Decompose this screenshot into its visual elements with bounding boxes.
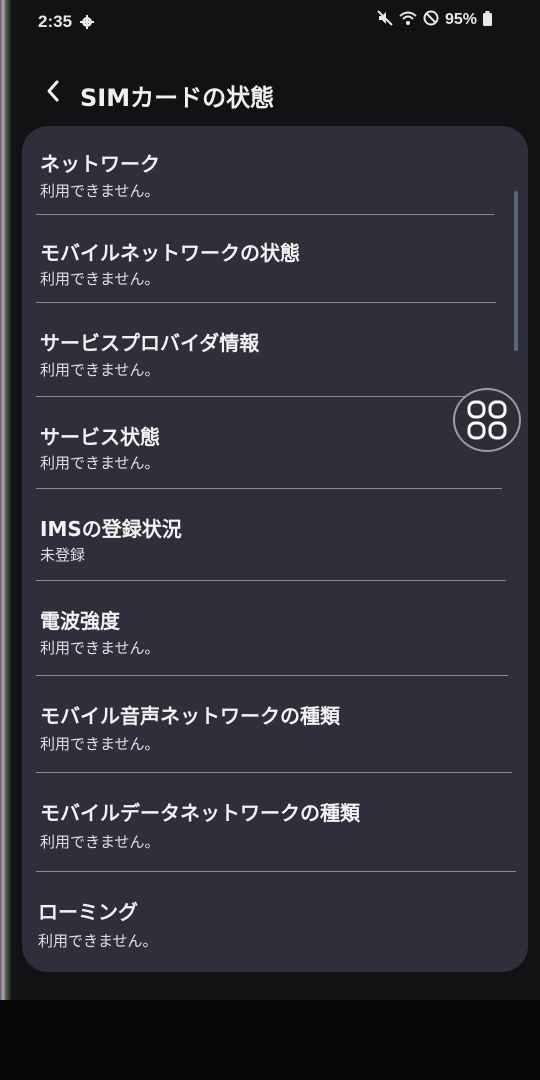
item-title: 電波強度 (40, 609, 120, 633)
list-item-ims-registration[interactable]: IMSの登録状況 未登録 (22, 489, 528, 581)
item-title: モバイル音声ネットワークの種類 (40, 704, 340, 728)
page-title: SIMカードの状態 (80, 84, 275, 112)
gear-icon (80, 14, 94, 29)
item-title: ローミング (38, 900, 138, 924)
mute-icon (377, 10, 393, 30)
do-not-disturb-icon (423, 10, 439, 30)
item-value: 未登録 (40, 546, 86, 564)
info-card[interactable]: ネットワーク 利用できません。 モバイルネットワークの状態 利用できません。 サ… (22, 126, 528, 972)
floating-apps-button[interactable] (453, 388, 521, 452)
list-item-signal-strength[interactable]: 電波強度 利用できません。 (22, 581, 528, 675)
item-title: サービスプロバイダ情報 (40, 331, 260, 355)
list-item-service-provider[interactable]: サービスプロバイダ情報 利用できません。 (22, 303, 528, 397)
list-item-service-state[interactable]: サービス状態 利用できません。 (22, 397, 528, 489)
item-value: 利用できません。 (40, 361, 160, 379)
list-item-roaming[interactable]: ローミング 利用できません。 (22, 872, 528, 972)
list-item-mobile-network-status[interactable]: モバイルネットワークの状態 利用できません。 (22, 215, 528, 303)
status-icons: 95% (377, 10, 492, 30)
bottom-bezel (0, 1000, 540, 1080)
list-item-voice-network-type[interactable]: モバイル音声ネットワークの種類 利用できません。 (22, 676, 528, 772)
item-title: IMSの登録状況 (40, 517, 182, 541)
back-button[interactable] (38, 76, 68, 106)
item-title: ネットワーク (40, 152, 160, 176)
screen: 2:35 95% SIMカードの状態 ネットワーク 利用できません。 モバイルネ… (0, 0, 540, 1080)
item-value: 利用できません。 (40, 270, 160, 288)
list-item-network[interactable]: ネットワーク 利用できません。 (22, 126, 528, 216)
chevron-left-icon (47, 80, 59, 102)
status-time: 2:35 (38, 12, 73, 31)
item-title: モバイルデータネットワークの種類 (40, 801, 360, 825)
item-value: 利用できません。 (40, 735, 160, 753)
item-value: 利用できません。 (40, 454, 160, 472)
app-bar: SIMカードの状態 (0, 68, 540, 120)
screen-edge (0, 0, 12, 1000)
wifi-icon (399, 10, 417, 30)
battery-percent: 95% (444, 11, 477, 28)
item-value: 利用できません。 (40, 182, 160, 200)
status-bar: 2:35 95% (0, 0, 540, 44)
item-value: 利用できません。 (40, 639, 160, 657)
item-title: サービス状態 (40, 425, 160, 449)
apps-grid-icon (467, 400, 507, 440)
battery-icon (483, 10, 492, 30)
item-title: モバイルネットワークの状態 (40, 241, 300, 265)
list-item-data-network-type[interactable]: モバイルデータネットワークの種類 利用できません。 (22, 773, 528, 871)
item-value: 利用できません。 (40, 833, 160, 851)
item-value: 利用できません。 (38, 932, 158, 950)
